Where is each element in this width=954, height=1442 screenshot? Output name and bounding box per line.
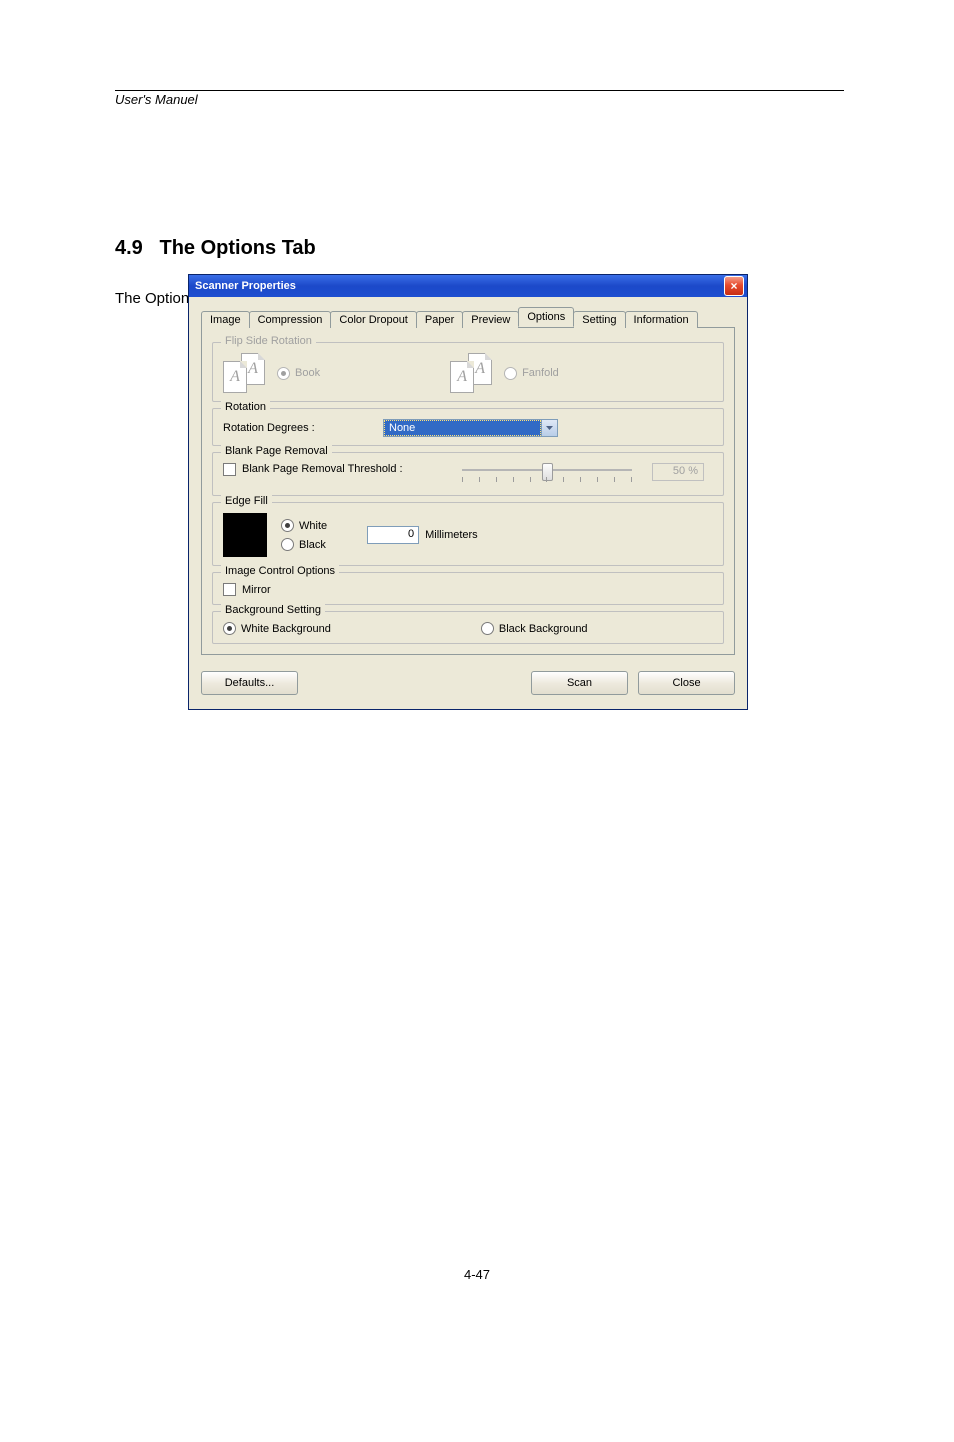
close-icon[interactable]: × [724, 276, 744, 296]
checkbox-blank-page-threshold[interactable] [223, 463, 236, 476]
section-heading: 4.9 The Options Tab [115, 237, 844, 260]
tab-preview[interactable]: Preview [462, 311, 519, 328]
tab-compression[interactable]: Compression [249, 311, 332, 328]
tab-options[interactable]: Options [518, 307, 574, 327]
rotation-label: Rotation Degrees : [223, 422, 383, 434]
page-header-left: User's Manuel [115, 92, 198, 107]
tab-information[interactable]: Information [625, 311, 698, 328]
group-label: Flip Side Rotation [221, 335, 316, 347]
group-edge-fill: Edge Fill White Black 0 [212, 502, 724, 566]
group-label: Blank Page Removal [221, 445, 332, 457]
radio-book-label: Book [295, 367, 320, 379]
checkbox-mirror[interactable] [223, 583, 236, 596]
radio-fanfold [504, 367, 517, 380]
rotation-degrees-value: None [384, 420, 541, 436]
page-number: 4-47 [0, 1267, 954, 1282]
tab-setting[interactable]: Setting [573, 311, 625, 328]
edge-fill-unit: Millimeters [425, 529, 478, 541]
blank-page-threshold-slider[interactable] [462, 463, 632, 487]
tab-paper[interactable]: Paper [416, 311, 463, 328]
radio-edge-white[interactable] [281, 519, 294, 532]
group-label: Background Setting [221, 604, 325, 616]
radio-fanfold-label: Fanfold [522, 367, 559, 379]
close-button[interactable]: Close [638, 671, 735, 695]
radio-white-background-label: White Background [241, 623, 331, 635]
radio-edge-white-label: White [299, 520, 327, 532]
group-blank-page-removal: Blank Page Removal Blank Page Removal Th… [212, 452, 724, 496]
page-header: User's Manuel [115, 92, 844, 107]
group-label: Image Control Options [221, 565, 339, 577]
group-background-setting: Background Setting White Background Blac… [212, 611, 724, 644]
radio-white-background[interactable] [223, 622, 236, 635]
blank-page-checkbox-label: Blank Page Removal Threshold : [242, 463, 462, 475]
tab-strip: Image Compression Color Dropout Paper Pr… [201, 307, 735, 327]
window-title: Scanner Properties [195, 280, 296, 292]
dialog-button-row: Defaults... Scan Close [201, 671, 735, 695]
tab-image[interactable]: Image [201, 311, 250, 328]
edge-fill-swatch [223, 513, 267, 557]
fanfold-pages-icon: A A [450, 353, 494, 393]
tab-panel-options: Flip Side Rotation A A Book A A Fanfold [201, 327, 735, 655]
radio-edge-black[interactable] [281, 538, 294, 551]
chevron-down-icon[interactable] [541, 420, 557, 436]
mirror-label: Mirror [242, 584, 271, 596]
group-image-control: Image Control Options Mirror [212, 572, 724, 605]
radio-black-background[interactable] [481, 622, 494, 635]
book-pages-icon: A A [223, 353, 267, 393]
group-label: Rotation [221, 401, 270, 413]
scan-button[interactable]: Scan [531, 671, 628, 695]
radio-edge-black-label: Black [299, 539, 326, 551]
scanner-properties-dialog: Scanner Properties × Image Compression C… [188, 274, 748, 710]
blank-page-threshold-value: 50 % [652, 463, 704, 481]
group-flip-side-rotation: Flip Side Rotation A A Book A A Fanfold [212, 342, 724, 402]
rotation-degrees-select[interactable]: None [383, 419, 558, 437]
radio-book [277, 367, 290, 380]
radio-black-background-label: Black Background [499, 623, 588, 635]
tab-color-dropout[interactable]: Color Dropout [330, 311, 416, 328]
group-label: Edge Fill [221, 495, 272, 507]
edge-fill-value[interactable]: 0 [367, 526, 419, 544]
titlebar[interactable]: Scanner Properties × [189, 275, 747, 297]
defaults-button[interactable]: Defaults... [201, 671, 298, 695]
group-rotation: Rotation Rotation Degrees : None [212, 408, 724, 446]
